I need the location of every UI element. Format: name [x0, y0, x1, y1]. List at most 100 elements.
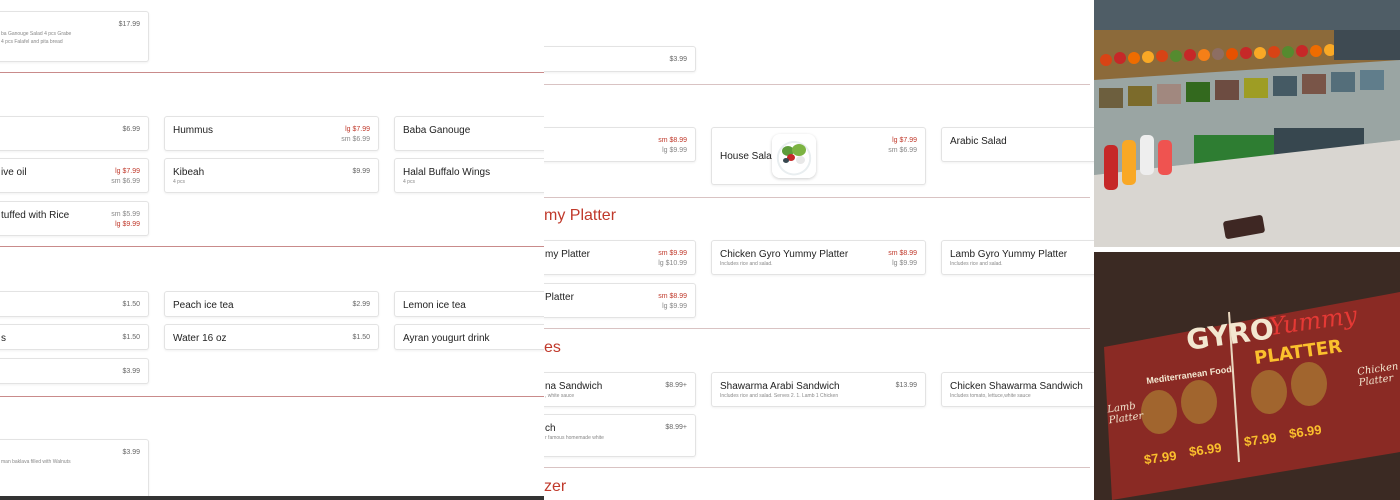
section-heading: my Platter	[544, 207, 617, 224]
section-separator	[544, 328, 1090, 329]
menu-item-card[interactable]: $1.50	[0, 291, 149, 317]
item-price-large: lg $9.99	[662, 303, 687, 310]
menu-item-card[interactable]: Baba Ganouge	[394, 116, 544, 151]
item-price-large: lg $9.99	[892, 260, 917, 267]
item-price: $1.50	[122, 301, 140, 308]
item-price: $13.99	[895, 382, 917, 389]
section-separator	[544, 197, 1090, 198]
item-name: Platter	[545, 292, 574, 303]
item-description: Includes rice and salad.	[720, 261, 773, 267]
item-price: $17.99	[118, 21, 140, 28]
item-description: Includes tomato, lettuce,white sauce	[950, 393, 1031, 399]
item-name: Lamb Gyro Yummy Platter	[950, 249, 1068, 260]
combo-card[interactable]: ba Ganouge Salad 4 pcs Grabe 4 pcs Falaf…	[0, 11, 149, 62]
item-price-small: sm $6.99	[341, 136, 370, 143]
item-price-large: lg $7.99	[892, 137, 917, 144]
item-name: Hummus	[173, 125, 214, 136]
item-description: Includes rice and salad. Serves 2. 1. La…	[720, 393, 839, 399]
item-description: r famous homemade white	[545, 435, 604, 441]
item-price-small: sm $8.99	[658, 137, 687, 144]
section-separator	[0, 396, 544, 397]
item-name: Arabic Salad	[950, 136, 1007, 147]
menu-item-card[interactable]: $3.99	[0, 358, 149, 384]
item-price: $9.99	[352, 168, 370, 175]
item-description: ba Ganouge Salad 4 pcs Grabe	[1, 31, 72, 37]
item-name: Chicken Shawarma Sandwich	[950, 381, 1083, 392]
item-name: Ayran yougurt drink	[403, 333, 490, 344]
menu-item-card[interactable]: man baklava filled with Walnuts $3.99	[0, 439, 149, 500]
menu-item-card[interactable]: s $1.50	[0, 324, 149, 350]
item-name: Kibeah	[173, 167, 205, 178]
menu-item-card[interactable]: sm $8.99 lg $9.99	[544, 127, 696, 162]
item-name: House Salad	[720, 151, 778, 162]
item-price: $3.99	[122, 368, 140, 375]
item-price: $3.99	[122, 449, 140, 456]
item-price-large: lg $9.99	[662, 147, 687, 154]
item-name: Chicken Gyro Yummy Platter	[720, 249, 849, 260]
section-heading: zer	[544, 478, 567, 495]
item-price-small: sm $9.99	[658, 250, 687, 257]
item-name: Peach ice tea	[173, 300, 234, 311]
item-description: Includes rice and salad.	[950, 261, 1003, 267]
item-price-small: sm $5.99	[111, 211, 140, 218]
section-separator	[544, 84, 1090, 85]
food-bar-image	[1094, 0, 1400, 247]
menu-panel-middle: $3.99 sm $8.99 lg $9.99 House Salad lg $…	[544, 0, 1094, 500]
gyro-sign-image	[1094, 252, 1400, 500]
photo-panel: GYRO Yummy PLATTER Mediterranean Food La…	[1094, 0, 1400, 500]
item-name: tuffed with Rice	[1, 210, 70, 221]
menu-item-card[interactable]: my Platter sm $9.99 lg $10.99	[544, 240, 696, 275]
item-name: na Sandwich	[545, 381, 603, 392]
item-name: Shawarma Arabi Sandwich	[720, 381, 840, 392]
item-price: $8.99+	[665, 424, 687, 431]
gyro-sign-photo: GYRO Yummy PLATTER Mediterranean Food La…	[1094, 252, 1400, 500]
item-price: $1.50	[352, 334, 370, 341]
item-price-large: lg $7.99	[115, 168, 140, 175]
menu-item-card[interactable]: Chicken Gyro Yummy Platter Includes rice…	[711, 240, 926, 275]
menu-item-card[interactable]: tuffed with Rice sm $5.99 lg $9.99	[0, 201, 149, 236]
item-price: $1.50	[122, 334, 140, 341]
menu-item-card[interactable]: Kibeah 4 pcs $9.99	[164, 158, 379, 193]
item-description: man baklava filled with Walnuts	[1, 459, 71, 465]
menu-item-card[interactable]: Lemon ice tea	[394, 291, 544, 317]
item-price-small: sm $8.99	[658, 293, 687, 300]
section-heading: es	[544, 339, 561, 356]
screen-bottom-edge	[0, 496, 544, 500]
menu-item-card[interactable]: $6.99	[0, 116, 149, 151]
menu-item-card[interactable]: Platter sm $8.99 lg $9.99	[544, 283, 696, 318]
item-price-large: lg $10.99	[658, 260, 687, 267]
menu-item-card[interactable]: ive oil lg $7.99 sm $6.99	[0, 158, 149, 193]
section-separator	[0, 246, 544, 247]
menu-item-card[interactable]: Lamb Gyro Yummy Platter Includes rice an…	[941, 240, 1094, 275]
menu-item-card[interactable]: Shawarma Arabi Sandwich Includes rice an…	[711, 372, 926, 407]
menu-item-card[interactable]: Hummus lg $7.99 sm $6.99	[164, 116, 379, 151]
item-name: Water 16 oz	[173, 333, 227, 344]
menu-item-card[interactable]: Ayran yougurt drink	[394, 324, 544, 350]
item-name: ch	[545, 423, 556, 434]
item-price-small: sm $6.99	[111, 178, 140, 185]
menu-item-card[interactable]: na Sandwich , white sauce $8.99+	[544, 372, 696, 407]
menu-item-card[interactable]: Water 16 oz $1.50	[164, 324, 379, 350]
item-name: my Platter	[545, 249, 591, 260]
menu-panel-left: ba Ganouge Salad 4 pcs Grabe 4 pcs Falaf…	[0, 0, 544, 500]
item-name: ive oil	[1, 167, 27, 178]
item-price-small: sm $6.99	[888, 147, 917, 154]
item-price-large: lg $7.99	[345, 126, 370, 133]
menu-item-card[interactable]: Arabic Salad	[941, 127, 1094, 162]
item-price: $8.99+	[665, 382, 687, 389]
section-separator	[544, 467, 1090, 468]
item-price-large: lg $9.99	[115, 221, 140, 228]
section-separator	[0, 72, 544, 73]
menu-item-card[interactable]: Peach ice tea $2.99	[164, 291, 379, 317]
menu-item-card[interactable]: Chicken Shawarma Sandwich Includes tomat…	[941, 372, 1094, 407]
item-description: 4 pcs	[173, 179, 185, 185]
menu-item-card[interactable]: $3.99	[544, 46, 696, 72]
item-name: Lemon ice tea	[403, 300, 466, 311]
item-price: $6.99	[122, 126, 140, 133]
item-name: Halal Buffalo Wings	[403, 167, 491, 178]
menu-item-card[interactable]: House Salad lg $7.99 sm $6.99	[711, 127, 926, 185]
item-description: , white sauce	[545, 393, 575, 399]
item-price: $3.99	[669, 56, 687, 63]
menu-item-card[interactable]: ch r famous homemade white $8.99+	[544, 414, 696, 457]
menu-item-card[interactable]: Halal Buffalo Wings 4 pcs	[394, 158, 544, 193]
